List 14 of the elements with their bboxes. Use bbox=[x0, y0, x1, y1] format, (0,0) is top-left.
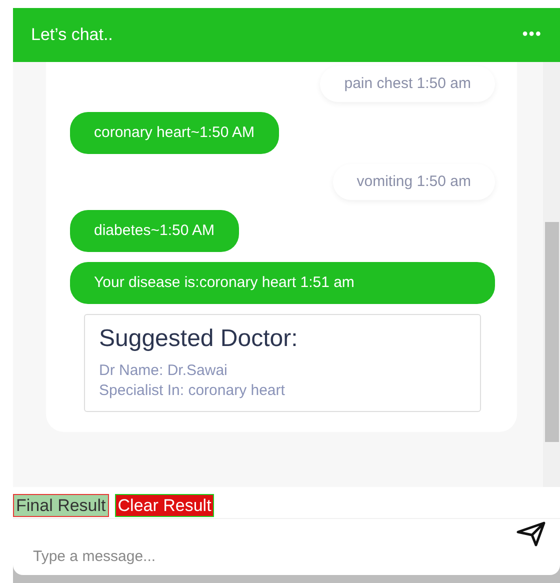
doctor-card-title: Suggested Doctor: bbox=[99, 325, 299, 353]
bot-message: coronary heart~1:50 AM bbox=[70, 112, 279, 154]
user-message: pain chest 1:50 am bbox=[320, 66, 495, 102]
final-result-button[interactable]: Final Result bbox=[13, 494, 109, 517]
scrollbar[interactable] bbox=[543, 62, 560, 487]
user-message: vomiting 1:50 am bbox=[332, 164, 495, 200]
bot-message: diabetes~1:50 AM bbox=[70, 210, 239, 252]
doctor-info: Dr Name: Dr.Sawai bbox=[99, 361, 228, 381]
doctor-info: Specialist In: coronary heart bbox=[99, 381, 286, 401]
send-icon bbox=[516, 521, 546, 547]
send-button[interactable] bbox=[516, 521, 546, 547]
chat-title: Let’s chat.. bbox=[31, 25, 113, 45]
clear-result-button[interactable]: Clear Result bbox=[114, 494, 214, 517]
bot-message: Your disease is:coronary heart 1:51 am bbox=[70, 262, 495, 304]
